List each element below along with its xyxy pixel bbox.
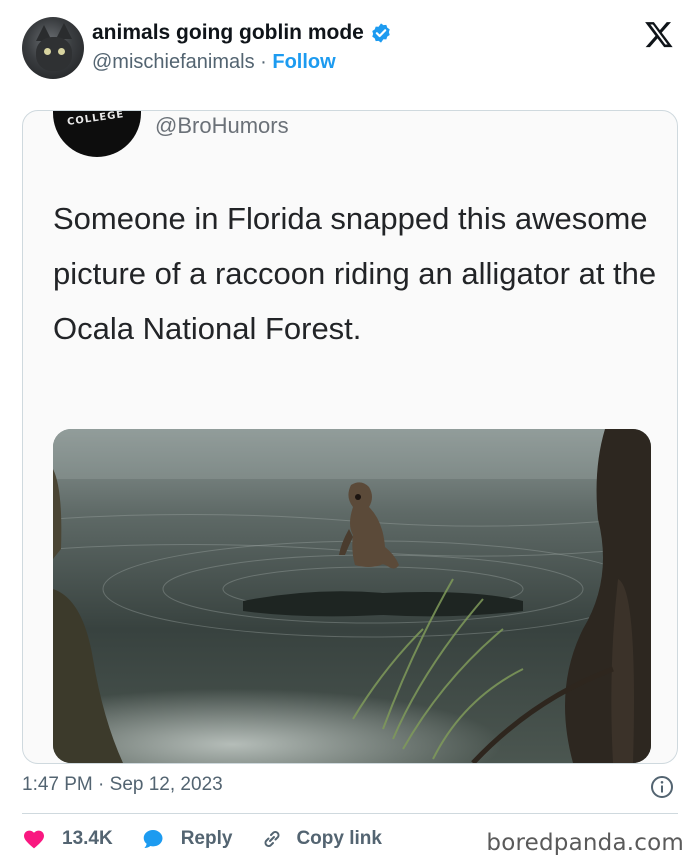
post-timestamp[interactable]: 1:47 PM · Sep 12, 2023 (22, 774, 223, 796)
cat-face (36, 37, 72, 71)
watermark: boredpanda.com (486, 830, 684, 856)
timestamp-separator: · (98, 774, 105, 795)
quoted-post-card[interactable]: COLLEGE @BroHumors Someone in Florida sn… (22, 110, 678, 764)
post-date: Sep 12, 2023 (109, 774, 223, 795)
copy-link-label: Copy link (296, 828, 382, 849)
author-handle[interactable]: @mischiefanimals (92, 51, 255, 73)
quoted-author-avatar[interactable]: COLLEGE (53, 110, 141, 157)
photo-illustration (53, 429, 651, 763)
raccoon-on-alligator-photo[interactable] (53, 429, 651, 763)
divider (22, 813, 678, 814)
cat-eye (58, 48, 65, 55)
link-icon (264, 831, 280, 847)
like-button[interactable]: 13.4K (22, 827, 113, 851)
heart-icon (24, 830, 44, 849)
reply-bubble-icon (143, 830, 163, 848)
author-display-name[interactable]: animals going goblin mode (92, 21, 364, 45)
quoted-post-text: Someone in Florida snapped this awesome … (53, 201, 657, 346)
reply-label: Reply (180, 828, 233, 849)
follow-button[interactable]: Follow (272, 51, 335, 73)
author-name-row: animals going goblin mode (92, 21, 392, 45)
post-time: 1:47 PM (22, 774, 93, 795)
verified-badge-icon (372, 23, 390, 43)
like-count: 13.4K (62, 828, 113, 849)
author-avatar[interactable] (22, 17, 84, 79)
action-bar: 13.4K Reply Copy link (22, 824, 410, 854)
copy-link-button[interactable]: Copy link (260, 827, 382, 851)
handle-separator: · (260, 51, 267, 73)
cat-eye (44, 48, 51, 55)
post-header: animals going goblin mode @mischiefanima… (22, 17, 678, 79)
quoted-author-handle[interactable]: @BroHumors (155, 113, 289, 139)
x-logo-icon[interactable] (644, 19, 674, 49)
author-handle-row: @mischiefanimals · Follow (92, 51, 336, 74)
info-icon[interactable] (650, 775, 674, 799)
reply-button[interactable]: Reply (141, 827, 233, 851)
avatar-shirt-text: COLLEGE (66, 110, 125, 128)
